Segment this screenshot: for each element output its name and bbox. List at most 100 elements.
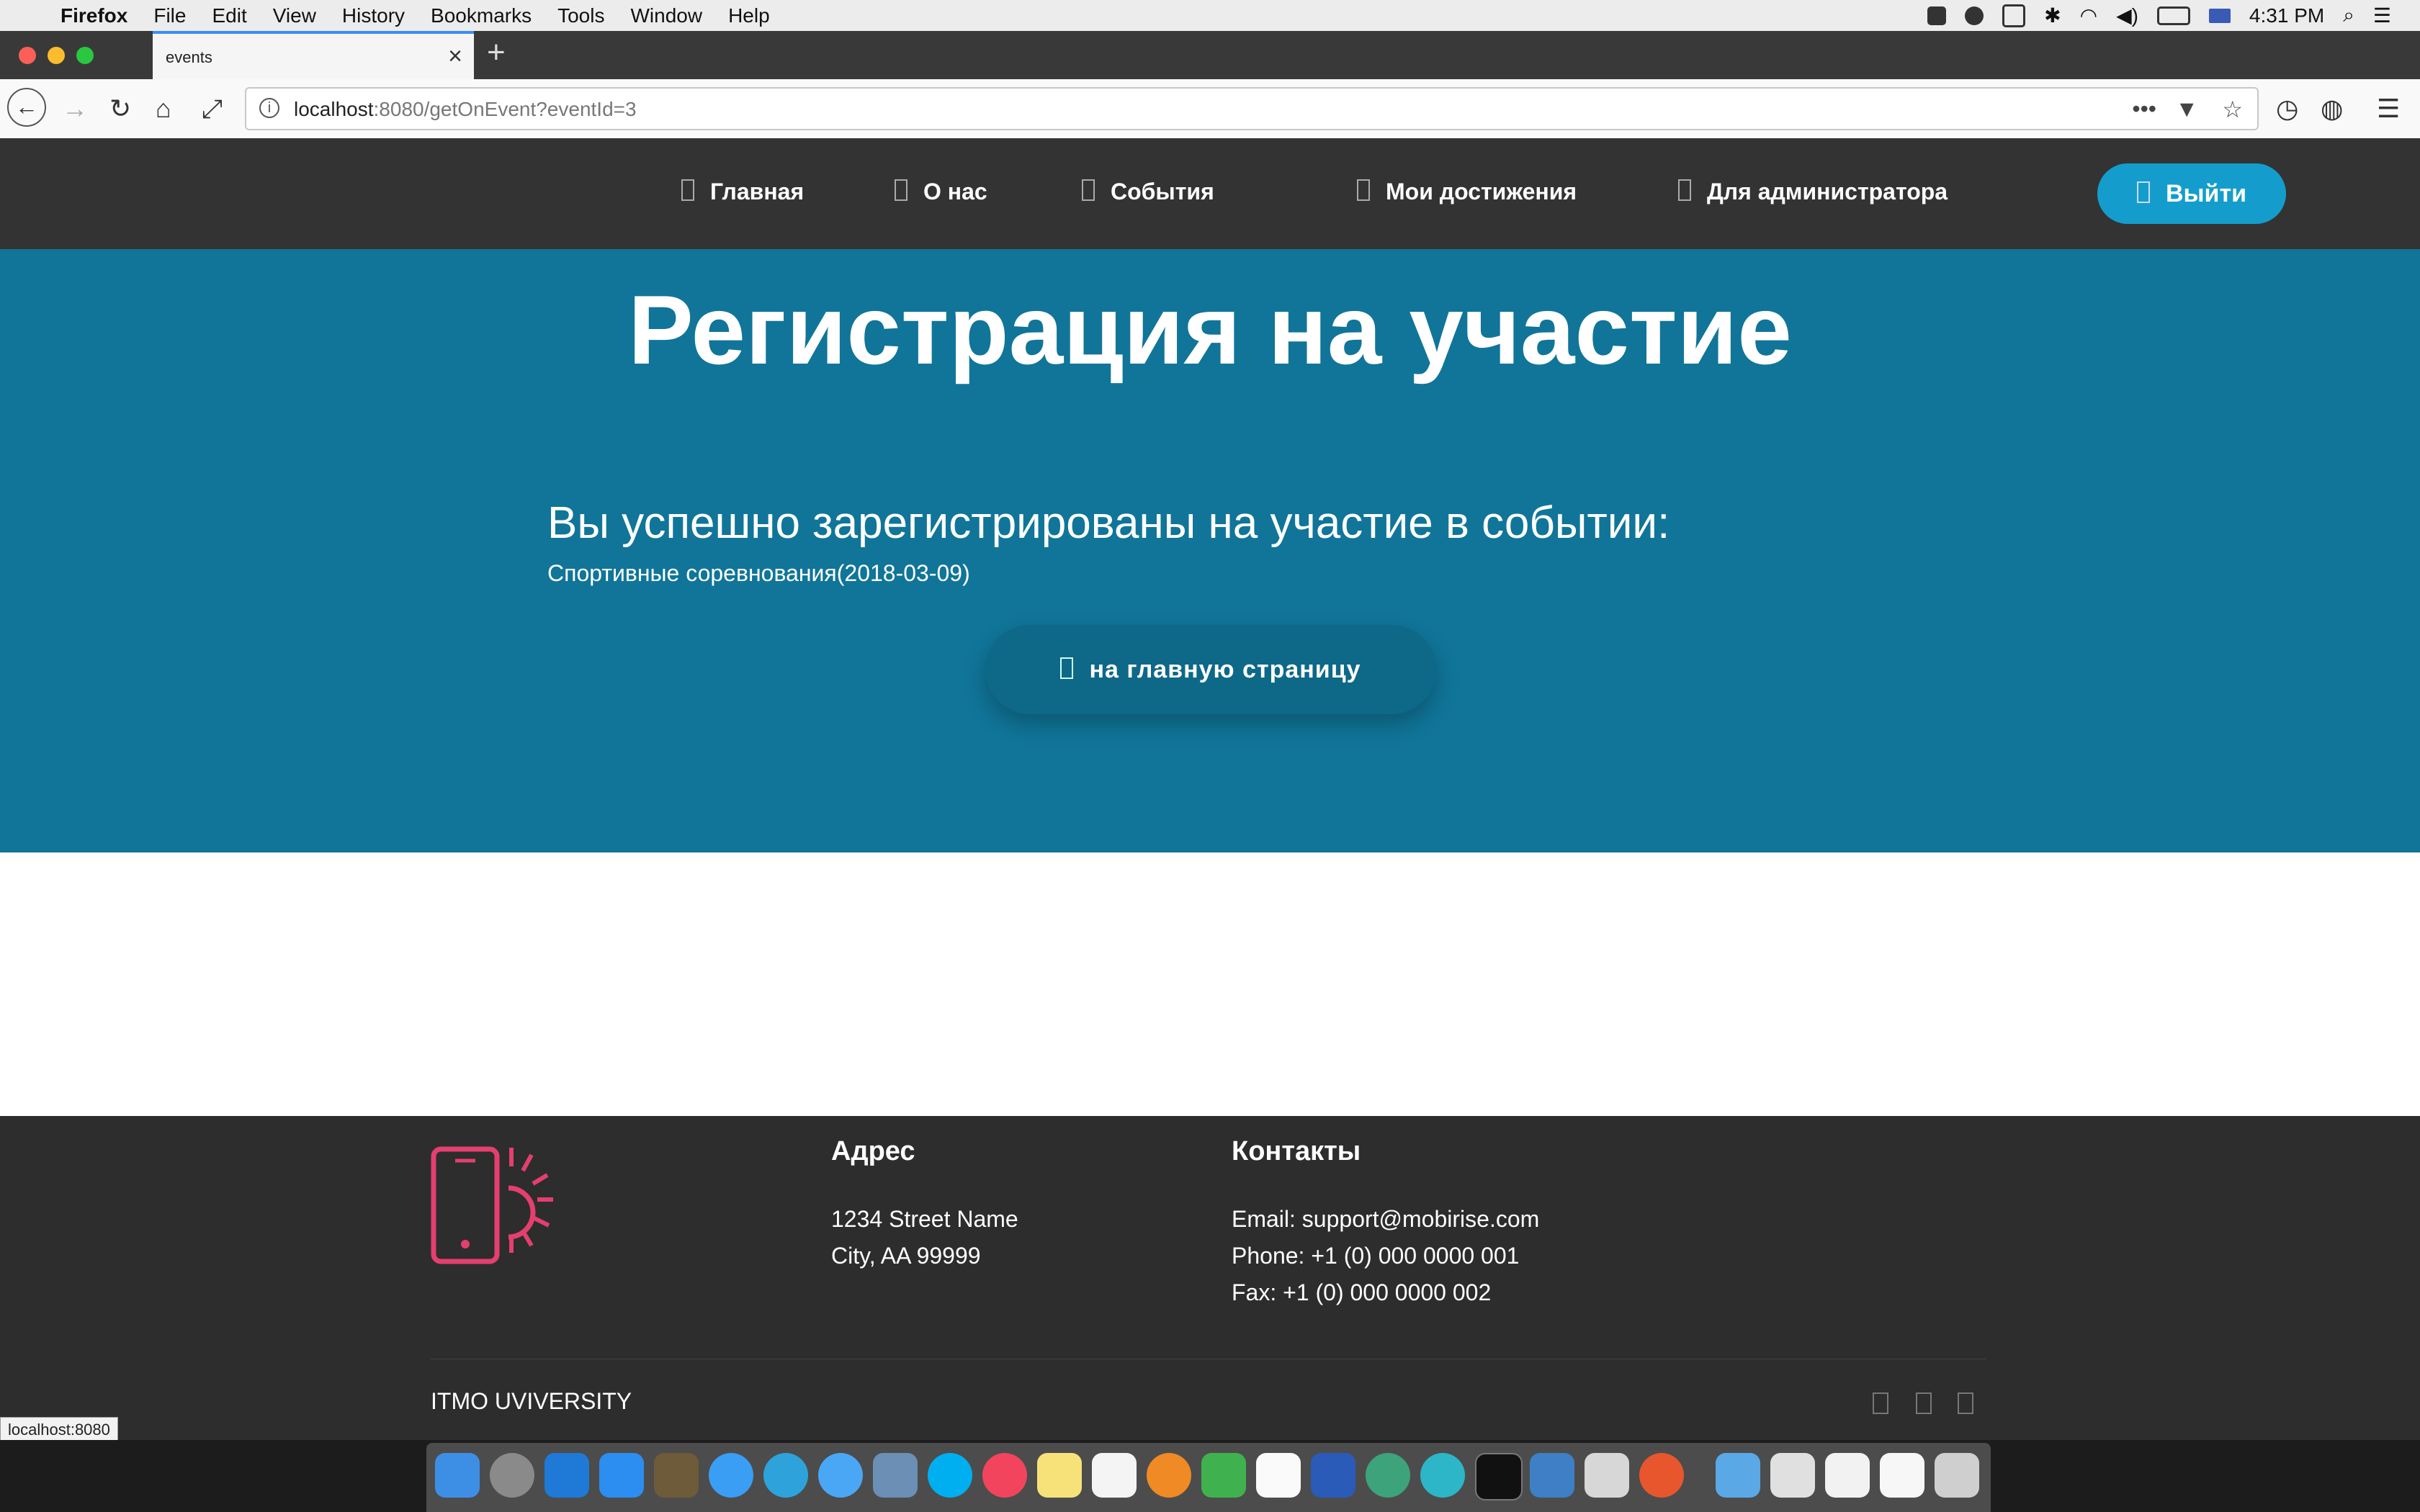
link-status-tooltip: localhost:8080 [0,1417,118,1443]
mysql-workbench-icon[interactable] [1530,1453,1574,1498]
url-input[interactable]: localhost:8080/getOnEvent?eventId=3 [294,98,637,121]
markdown-icon[interactable] [1420,1453,1465,1498]
atom-icon[interactable] [1366,1453,1410,1498]
hamburger-menu-icon[interactable]: ☰ [2377,94,2400,124]
social-icon[interactable] [1958,1392,1973,1414]
logout-label: Выйти [2165,180,2247,207]
menu-tools[interactable]: Tools [557,4,604,27]
extension-nl-icon[interactable]: ◍ [2321,94,2343,124]
nav-icon [1082,179,1095,201]
menu-history[interactable]: History [342,4,405,27]
zoom-window-button[interactable] [76,47,94,64]
firefox-icon[interactable] [1639,1453,1684,1498]
itunes-icon[interactable] [982,1453,1027,1498]
preview-icon[interactable] [873,1453,918,1498]
nav-about[interactable]: О нас [895,179,987,205]
skype-icon[interactable] [928,1453,972,1498]
social-icon[interactable] [1873,1392,1888,1414]
xcode-icon[interactable] [544,1453,589,1498]
menu-window[interactable]: Window [630,4,702,27]
contact-fax: Fax: +1 (0) 000 0000 002 [1232,1279,1492,1305]
nav-achievements[interactable]: Мои достижения [1357,179,1577,205]
notes-icon[interactable] [1037,1453,1082,1498]
calendar-icon[interactable] [1256,1453,1301,1498]
us-flag-icon[interactable] [2208,8,2231,23]
word-icon[interactable] [1311,1453,1355,1498]
bookmark-star-icon[interactable]: ☆ [2222,96,2243,123]
event-name: Спортивные соревнования(2018-03-09) [547,560,970,586]
ibooks-icon[interactable] [1147,1453,1191,1498]
nav-icon [1357,179,1370,201]
pocket-icon[interactable]: ▼ [2175,96,2198,122]
launchpad-icon[interactable] [490,1453,534,1498]
safari-icon[interactable] [709,1453,753,1498]
nav-events-label: События [1111,179,1214,204]
mobile-logo-icon [431,1146,553,1264]
social-icon[interactable] [1916,1392,1932,1414]
nav-achievements-label: Мои достижения [1386,179,1577,204]
tab-events[interactable]: events × [153,31,474,79]
skype-status-icon[interactable] [1965,6,1984,25]
spotlight-search-icon[interactable]: ⌕ [2343,4,2354,27]
close-window-button[interactable] [19,47,36,64]
fullscreen-icon[interactable]: ⤢ [202,94,223,125]
status-icons: ✱ ◠ ◀) 4:31 PM ⌕ ☰ [1927,0,2391,31]
menu-help[interactable]: Help [728,4,770,27]
site-navbar: Главная О нас События Мои достижения Для… [0,138,2420,249]
dock-shelf [426,1443,1991,1512]
app-menu[interactable]: Firefox [60,4,127,27]
volume-icon[interactable]: ◀) [2116,4,2138,27]
display-icon[interactable] [2002,4,2026,27]
finder-icon[interactable] [435,1453,480,1498]
logout-button[interactable]: Выйти [2097,163,2286,224]
menu-file[interactable]: File [153,4,186,27]
success-message: Вы успешно зарегистрированы на участие в… [547,498,1670,548]
bluetooth-icon[interactable]: ✱ [2044,4,2061,27]
home-icon[interactable]: ⌂ [156,94,171,124]
go-home-button[interactable]: на главную страницу [985,625,1436,714]
trash-icon[interactable] [1935,1453,1979,1498]
window-stack-icon[interactable] [1880,1453,1924,1498]
page-actions-icon[interactable]: ••• [2132,96,2156,122]
numbers-icon[interactable] [1201,1453,1246,1498]
terminal-icon[interactable] [1475,1453,1523,1500]
menu-view[interactable]: View [273,4,316,27]
clock[interactable]: 4:31 PM [2249,4,2324,27]
nav-admin[interactable]: Для администратора [1678,179,1948,205]
wifi-icon[interactable]: ◠ [2080,4,2097,27]
messages-icon[interactable] [818,1453,863,1498]
menu-bookmarks[interactable]: Bookmarks [431,4,532,27]
registration-section: Регистрация на участие Вы успешно зареги… [0,249,2420,852]
reminders-icon[interactable] [1092,1453,1137,1498]
downloads-folder-icon[interactable] [1716,1453,1760,1498]
contact-email[interactable]: Email: support@mobirise.com [1232,1201,1539,1238]
nav-home-label: Главная [710,179,805,204]
history-clock-icon[interactable]: ◷ [2276,94,2298,124]
postgresql-icon[interactable] [1585,1453,1629,1498]
address-bar[interactable]: i localhost:8080/getOnEvent?eventId=3 ••… [245,87,2259,130]
macos-menubar: Firefox File Edit View History Bookmarks… [0,0,2420,31]
url-path: :8080/getOnEvent?eventId=3 [373,98,637,120]
notification-center-icon[interactable]: ☰ [2373,4,2391,27]
documents-stack-icon[interactable] [1770,1453,1815,1498]
page-title: Регистрация на участие [628,275,1792,384]
forward-button[interactable]: → [62,94,88,124]
telegram-icon[interactable] [763,1453,808,1498]
nav-events[interactable]: События [1082,179,1214,205]
minimize-window-button[interactable] [48,47,65,64]
site-info-icon[interactable]: i [259,98,279,118]
nav-icon [1678,179,1691,201]
app-store-icon[interactable] [599,1453,644,1498]
evernote-icon[interactable] [1927,6,1947,25]
close-tab-icon[interactable]: × [448,42,462,71]
battery-icon[interactable] [2156,6,2190,25]
instruments-icon[interactable] [654,1453,699,1498]
nav-home[interactable]: Главная [681,179,804,205]
go-home-label: на главную страницу [1089,656,1361,683]
reload-button[interactable]: ↻ [109,94,131,124]
menu-edit[interactable]: Edit [212,4,246,27]
address-line1: 1234 Street Name [831,1206,1018,1232]
new-tab-icon[interactable]: + [487,35,506,71]
files-stack-icon[interactable] [1825,1453,1870,1498]
back-button[interactable]: ← [7,88,46,127]
